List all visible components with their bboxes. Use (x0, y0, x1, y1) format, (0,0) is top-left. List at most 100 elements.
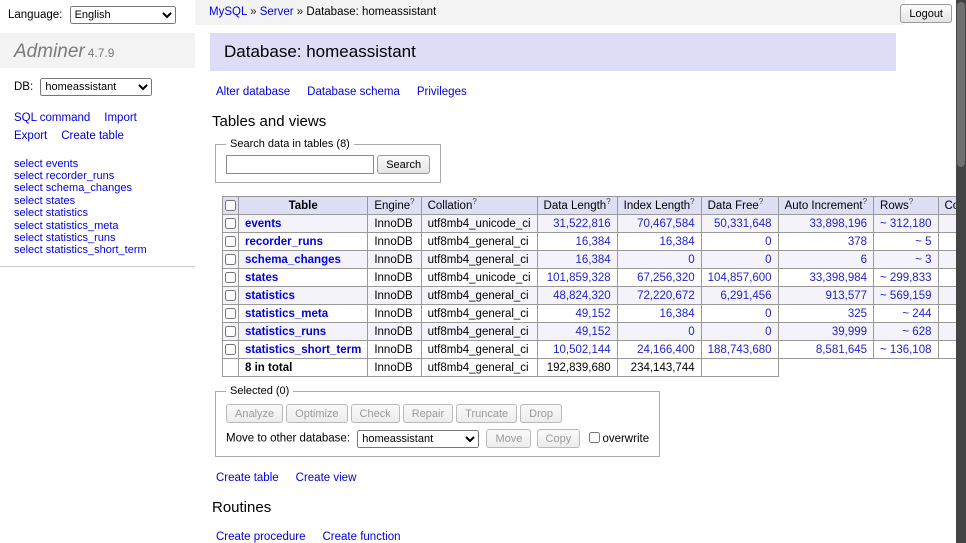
breadcrumb-item-mysql[interactable]: MySQL (209, 6, 247, 18)
help-hint-icon[interactable]: ? (606, 197, 610, 206)
row-checkbox[interactable] (225, 254, 236, 265)
index-length-link[interactable]: 0 (688, 254, 694, 266)
link-create-view[interactable]: Create view (296, 472, 357, 484)
index-length-link[interactable]: 16,384 (659, 236, 694, 248)
help-hint-icon[interactable]: ? (909, 197, 913, 206)
rows-link[interactable]: ~ 628 (902, 326, 931, 338)
data-length-link[interactable]: 31,522,816 (553, 218, 611, 230)
rows-link[interactable]: ~ 569,159 (880, 290, 931, 302)
sidebar-link-sql-command[interactable]: SQL command (14, 112, 90, 124)
rows-link[interactable]: ~ 5 (915, 236, 931, 248)
truncate-button[interactable]: Truncate (456, 404, 517, 423)
overwrite-checkbox[interactable] (589, 432, 600, 443)
help-hint-icon[interactable]: ? (690, 197, 694, 206)
index-length-link[interactable]: 72,220,672 (637, 290, 695, 302)
data-length-link[interactable]: 16,384 (575, 236, 610, 248)
copy-button[interactable]: Copy (537, 429, 581, 448)
repair-button[interactable]: Repair (403, 404, 453, 423)
auto-increment-link[interactable]: 6 (861, 254, 867, 266)
data-free-link[interactable]: 0 (765, 326, 771, 338)
data-length-link[interactable]: 10,502,144 (553, 344, 611, 356)
sidebar-select-schema-changes[interactable]: select schema_changes (14, 182, 132, 194)
rows-link[interactable]: ~ 136,108 (880, 344, 931, 356)
optimize-button[interactable]: Optimize (286, 404, 347, 423)
sidebar-select-statistics-short-term[interactable]: select statistics_short_term (14, 244, 147, 256)
sidebar-select-statistics-runs[interactable]: select statistics_runs (14, 232, 115, 244)
sidebar-link-export[interactable]: Export (14, 130, 47, 142)
table-link-statistics-short-term[interactable]: statistics_short_term (245, 344, 361, 356)
row-checkbox[interactable] (225, 272, 236, 283)
auto-increment-link[interactable]: 33,898,196 (809, 218, 867, 230)
data-length-link[interactable]: 101,859,328 (547, 272, 611, 284)
app-logo[interactable]: Adminer (14, 41, 85, 62)
sidebar-link-import[interactable]: Import (104, 112, 137, 124)
help-hint-icon[interactable]: ? (472, 197, 476, 206)
row-checkbox[interactable] (225, 290, 236, 301)
auto-increment-link[interactable]: 8,581,645 (816, 344, 867, 356)
index-length-link[interactable]: 24,166,400 (637, 344, 695, 356)
db-select[interactable]: homeassistant (40, 78, 152, 96)
data-free-link[interactable]: 104,857,600 (708, 272, 772, 284)
move-db-select[interactable]: homeassistant (357, 430, 479, 448)
table-link-statistics-runs[interactable]: statistics_runs (245, 326, 326, 338)
language-select[interactable]: English (70, 6, 176, 24)
data-free-link[interactable]: 6,291,456 (720, 290, 771, 302)
select-all-checkbox[interactable] (225, 200, 236, 211)
sidebar-select-states[interactable]: select states (14, 195, 75, 207)
auto-increment-link[interactable]: 33,398,984 (809, 272, 867, 284)
analyze-button[interactable]: Analyze (226, 404, 283, 423)
row-checkbox[interactable] (225, 326, 236, 337)
link-database-schema[interactable]: Database schema (307, 86, 400, 98)
scrollbar-thumb[interactable] (957, 2, 965, 167)
auto-increment-link[interactable]: 378 (848, 236, 867, 248)
index-length-link[interactable]: 67,256,320 (637, 272, 695, 284)
sidebar-select-events[interactable]: select events (14, 158, 78, 170)
data-free-link[interactable]: 188,743,680 (708, 344, 772, 356)
link-create-procedure[interactable]: Create procedure (216, 531, 306, 543)
data-length-link[interactable]: 48,824,320 (553, 290, 611, 302)
row-checkbox[interactable] (225, 308, 236, 319)
table-link-events[interactable]: events (245, 218, 281, 230)
sidebar-link-create-table[interactable]: Create table (61, 130, 124, 142)
link-create-function[interactable]: Create function (323, 531, 401, 543)
table-link-schema-changes[interactable]: schema_changes (245, 254, 341, 266)
data-free-link[interactable]: 0 (765, 308, 771, 320)
auto-increment-link[interactable]: 325 (848, 308, 867, 320)
data-length-link[interactable]: 49,152 (575, 326, 610, 338)
table-link-statistics[interactable]: statistics (245, 290, 295, 302)
auto-increment-link[interactable]: 913,577 (825, 290, 867, 302)
data-free-link[interactable]: 0 (765, 254, 771, 266)
drop-button[interactable]: Drop (520, 404, 562, 423)
data-free-link[interactable]: 50,331,648 (714, 218, 772, 230)
index-length-link[interactable]: 0 (688, 326, 694, 338)
breadcrumb-item-server[interactable]: Server (260, 6, 294, 18)
rows-link[interactable]: ~ 3 (915, 254, 931, 266)
link-alter-database[interactable]: Alter database (216, 86, 290, 98)
row-checkbox[interactable] (225, 218, 236, 229)
link-privileges[interactable]: Privileges (417, 86, 467, 98)
table-link-recorder-runs[interactable]: recorder_runs (245, 236, 323, 248)
overwrite-toggle[interactable]: overwrite (589, 433, 649, 445)
row-checkbox[interactable] (225, 236, 236, 247)
move-button[interactable]: Move (486, 429, 531, 448)
index-length-link[interactable]: 70,467,584 (637, 218, 695, 230)
data-length-link[interactable]: 49,152 (575, 308, 610, 320)
table-link-states[interactable]: states (245, 272, 278, 284)
help-hint-icon[interactable]: ? (410, 197, 414, 206)
link-create-table[interactable]: Create table (216, 472, 279, 484)
search-input[interactable] (226, 155, 374, 174)
rows-link[interactable]: ~ 312,180 (880, 218, 931, 230)
data-length-link[interactable]: 16,384 (575, 254, 610, 266)
sidebar-select-recorder-runs[interactable]: select recorder_runs (14, 170, 114, 182)
auto-increment-link[interactable]: 39,999 (832, 326, 867, 338)
rows-link[interactable]: ~ 244 (902, 308, 931, 320)
logout-button[interactable]: Logout (900, 4, 952, 23)
sidebar-select-statistics[interactable]: select statistics (14, 207, 88, 219)
index-length-link[interactable]: 16,384 (659, 308, 694, 320)
check-button[interactable]: Check (351, 404, 400, 423)
search-button[interactable]: Search (377, 155, 430, 174)
data-free-link[interactable]: 0 (765, 236, 771, 248)
scrollbar[interactable] (956, 0, 966, 543)
table-link-statistics-meta[interactable]: statistics_meta (245, 308, 328, 320)
help-hint-icon[interactable]: ? (759, 197, 763, 206)
